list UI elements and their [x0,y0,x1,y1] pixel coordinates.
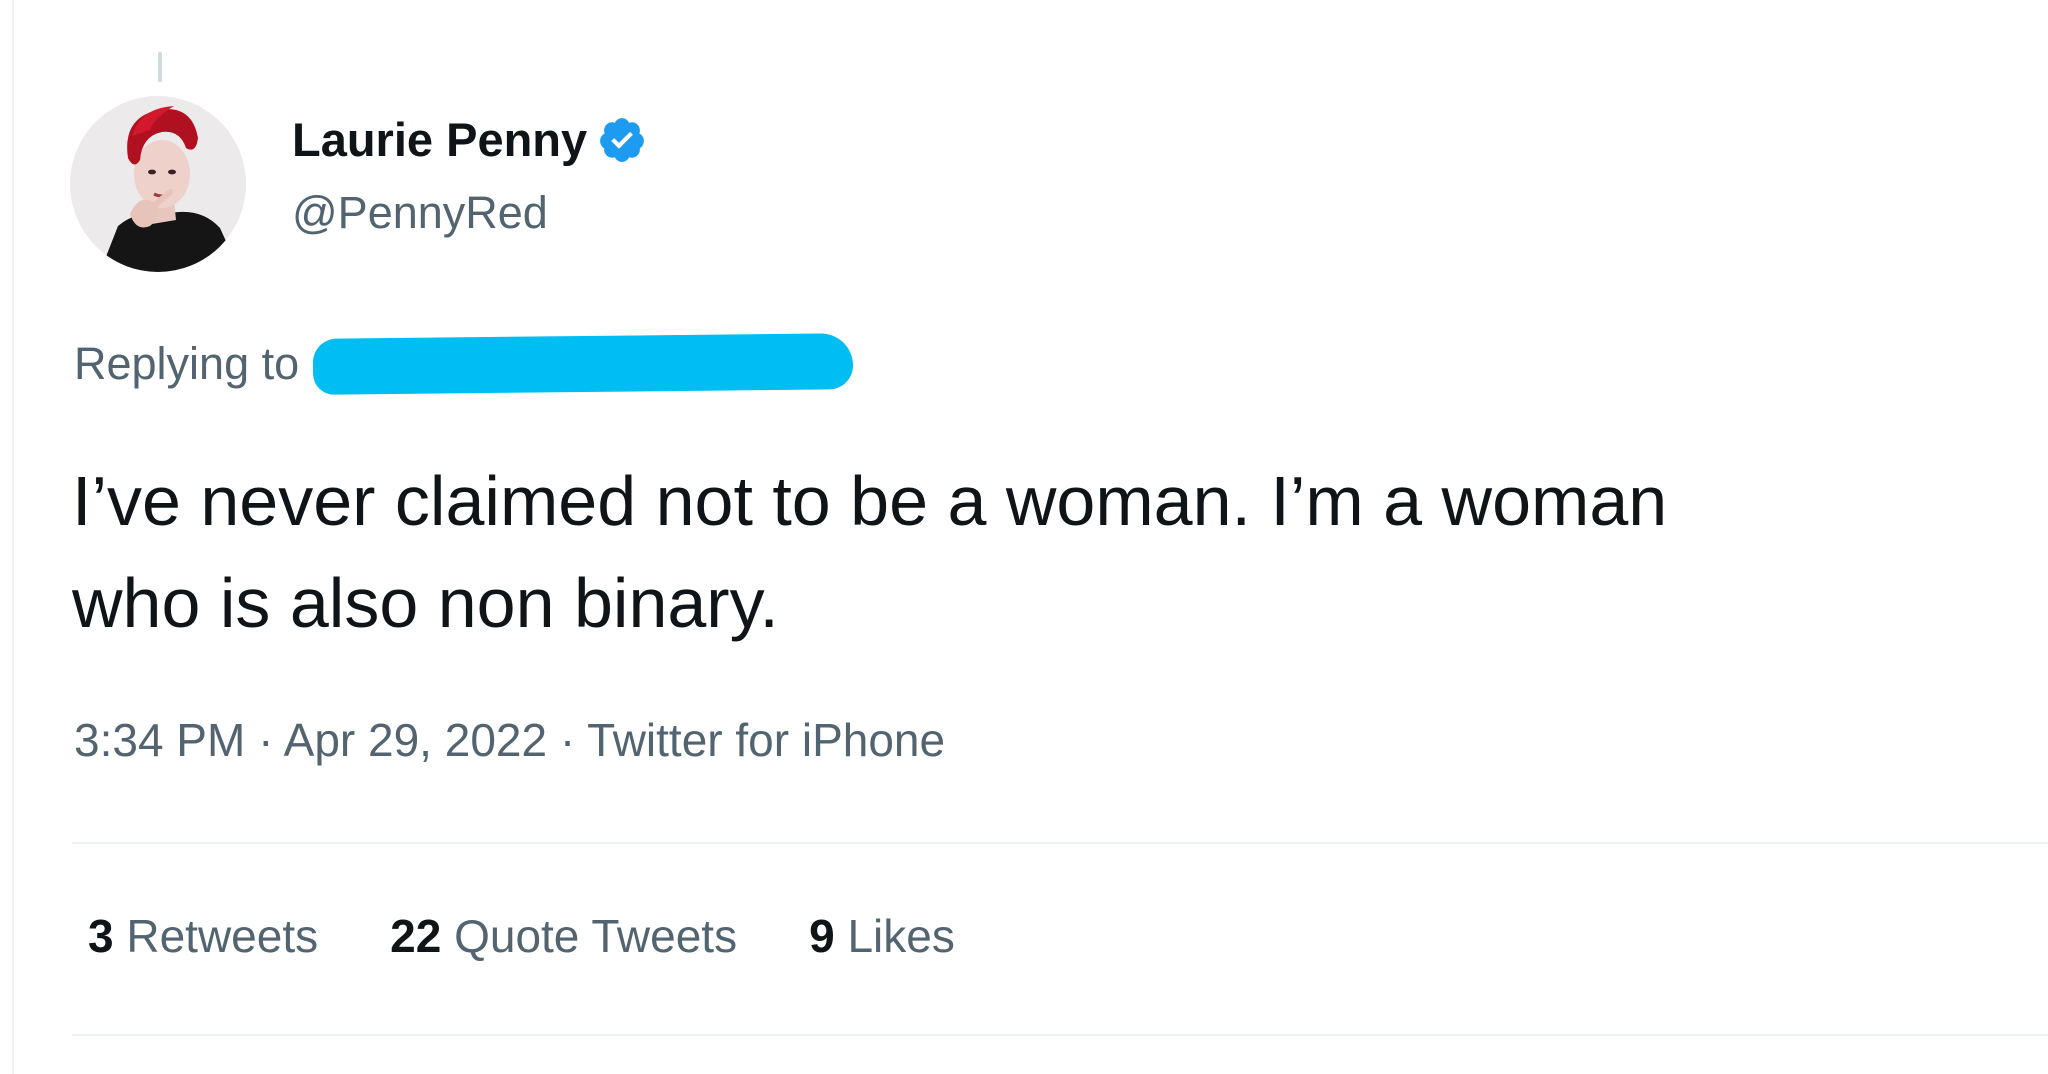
stat-count: 22 [390,910,442,962]
tweet-text-line-1: I’ve never claimed not to be a woman. I’… [72,462,1668,540]
stat-label: Retweets [126,910,319,962]
tweet-text: I’ve never claimed not to be a woman. I’… [72,450,2032,654]
stat-count: 3 [88,910,114,962]
likes-count[interactable]: 9 Likes [809,906,955,966]
meta-separator: · [245,714,284,766]
stat-label: Quote Tweets [454,910,738,962]
engagement-stats: 3 Retweets 22 Quote Tweets 9 Likes [88,906,1027,966]
retweets-count[interactable]: 3 Retweets [88,906,318,966]
column-border [12,0,14,1074]
quote-tweets-count[interactable]: 22 Quote Tweets [390,906,737,966]
replying-to: Replying to [74,333,854,395]
verified-badge-icon [597,115,647,165]
avatar[interactable] [70,96,246,272]
stat-label: Likes [847,910,955,962]
thread-connector-line [158,52,162,82]
redacted-username [312,333,854,395]
tweet-detail: Laurie Penny @PennyRed Replying to I’ve … [0,0,2048,1074]
replying-to-label: Replying to [74,338,300,389]
author-name-row: Laurie Penny [292,112,647,168]
tweet-time[interactable]: 3:34 PM [74,714,245,766]
tweet-text-line-2: who is also non binary. [72,564,779,642]
divider [72,1034,2048,1036]
stat-count: 9 [809,910,835,962]
tweet-metadata: 3:34 PM · Apr 29, 2022 · Twitter for iPh… [74,710,945,770]
divider [72,842,2048,844]
profile-photo-icon [70,96,246,272]
tweet-date[interactable]: Apr 29, 2022 [284,714,547,766]
tweet-source[interactable]: Twitter for iPhone [587,714,945,766]
author-handle[interactable]: @PennyRed [292,186,548,240]
display-name[interactable]: Laurie Penny [292,112,587,168]
meta-separator: · [547,714,588,766]
